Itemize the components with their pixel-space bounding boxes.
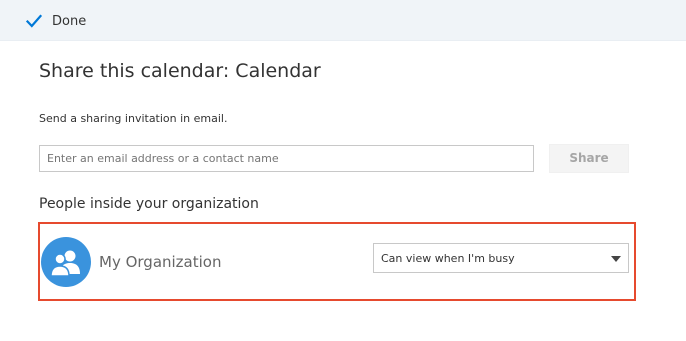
organization-avatar — [41, 237, 91, 287]
dropdown-arrow-icon — [611, 256, 621, 262]
section-heading-organization: People inside your organization — [39, 196, 259, 212]
email-recipient-input[interactable] — [39, 145, 534, 172]
checkmark-icon — [26, 14, 42, 28]
organization-permission-row: My Organization Can view when I'm busy — [38, 222, 636, 301]
share-button[interactable]: Share — [549, 144, 629, 173]
permission-selected-value: Can view when I'm busy — [381, 252, 515, 265]
permission-dropdown[interactable]: Can view when I'm busy — [373, 243, 629, 273]
done-button[interactable]: Done — [26, 10, 86, 32]
dialog-title: Share this calendar: Calendar — [39, 60, 321, 82]
done-label: Done — [52, 13, 87, 29]
top-command-bar: Done — [0, 0, 686, 41]
organization-name: My Organization — [99, 253, 222, 271]
invitation-instructions: Send a sharing invitation in email. — [39, 112, 228, 125]
